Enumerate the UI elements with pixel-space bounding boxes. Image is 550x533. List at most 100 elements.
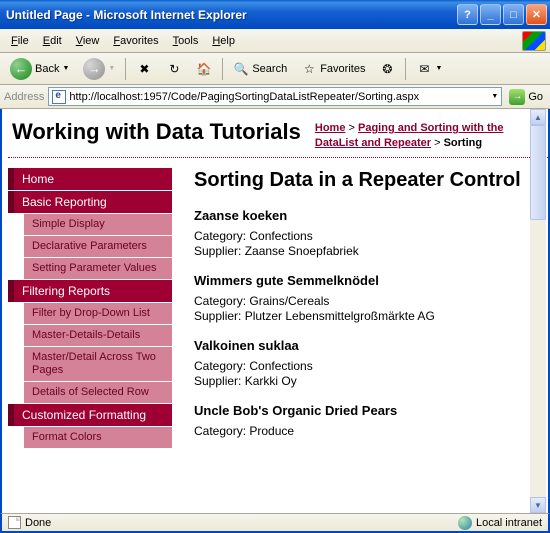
product-category: Category: Confections <box>194 359 538 374</box>
home-icon: 🏠 <box>196 61 212 77</box>
address-url: http://localhost:1957/Code/PagingSorting… <box>69 91 419 103</box>
address-label: Address <box>4 91 44 103</box>
nav-item-declarative-parameters[interactable]: Declarative Parameters <box>24 236 172 257</box>
media-button[interactable]: ❂ <box>373 58 401 80</box>
toolbar-separator <box>125 58 126 80</box>
search-button[interactable]: 🔍 Search <box>227 58 293 80</box>
scroll-thumb[interactable] <box>530 125 546 220</box>
window-titlebar: Untitled Page - Microsoft Internet Explo… <box>0 0 550 29</box>
chevron-down-icon: ▼ <box>435 65 442 72</box>
scroll-track[interactable] <box>530 125 546 497</box>
go-button[interactable]: → Go <box>506 88 546 106</box>
product-item: Uncle Bob's Organic Dried Pears Category… <box>194 403 538 439</box>
stop-icon: ✖ <box>136 61 152 77</box>
product-name: Valkoinen suklaa <box>194 338 538 353</box>
product-supplier: Supplier: Zaanse Snoepfabriek <box>194 244 538 259</box>
mail-icon: ✉ <box>416 61 432 77</box>
back-arrow-icon: ← <box>10 58 32 80</box>
status-bar: Done Local intranet <box>0 513 550 533</box>
windows-flag-icon <box>522 31 546 51</box>
maximize-button[interactable]: □ <box>503 4 524 25</box>
go-label: Go <box>528 91 543 103</box>
window-title: Untitled Page - Microsoft Internet Explo… <box>6 8 457 22</box>
nav-item-setting-parameter-values[interactable]: Setting Parameter Values <box>24 258 172 279</box>
nav-cat-customized-formatting[interactable]: Customized Formatting <box>8 404 172 426</box>
media-icon: ❂ <box>379 61 395 77</box>
forward-button[interactable]: → ▼ <box>77 55 121 83</box>
page-icon <box>52 90 66 104</box>
nav-cat-basic-reporting[interactable]: Basic Reporting <box>8 191 172 213</box>
menu-bar: File Edit View Favorites Tools Help <box>0 29 550 53</box>
scroll-down-button[interactable]: ▼ <box>530 497 546 513</box>
product-name: Uncle Bob's Organic Dried Pears <box>194 403 538 418</box>
page-header: Working with Data Tutorials Home > Pagin… <box>8 115 548 158</box>
star-icon: ☆ <box>301 61 317 77</box>
refresh-icon: ↻ <box>166 61 182 77</box>
forward-arrow-icon: → <box>83 58 105 80</box>
go-arrow-icon: → <box>509 89 525 105</box>
page-title: Working with Data Tutorials <box>12 119 315 145</box>
product-supplier: Supplier: Plutzer Lebensmittelgroßmärkte… <box>194 309 538 324</box>
product-item: Zaanse koeken Category: Confections Supp… <box>194 208 538 259</box>
address-bar: Address http://localhost:1957/Code/Pagin… <box>0 85 550 109</box>
address-input[interactable]: http://localhost:1957/Code/PagingSorting… <box>48 87 502 106</box>
nav-cat-filtering-reports[interactable]: Filtering Reports <box>8 280 172 302</box>
chevron-down-icon: ▼ <box>62 65 69 72</box>
favorites-label: Favorites <box>320 63 365 75</box>
status-text: Done <box>25 517 51 529</box>
menu-edit[interactable]: Edit <box>36 32 69 50</box>
back-label: Back <box>35 63 59 75</box>
close-button[interactable]: ✕ <box>526 4 547 25</box>
menu-favorites[interactable]: Favorites <box>106 32 165 50</box>
product-name: Wimmers gute Semmelknödel <box>194 273 538 288</box>
toolbar-separator <box>222 58 223 80</box>
browser-viewport: Working with Data Tutorials Home > Pagin… <box>0 109 550 513</box>
product-category: Category: Produce <box>194 424 538 439</box>
product-item: Valkoinen suklaa Category: Confections S… <box>194 338 538 389</box>
product-supplier: Supplier: Karkki Oy <box>194 374 538 389</box>
menu-file[interactable]: File <box>4 32 36 50</box>
favorites-button[interactable]: ☆ Favorites <box>295 58 371 80</box>
search-icon: 🔍 <box>233 61 249 77</box>
zone-icon <box>458 516 472 530</box>
nav-item-details-selected-row[interactable]: Details of Selected Row <box>24 382 172 403</box>
nav-item-master-details-details[interactable]: Master-Details-Details <box>24 325 172 346</box>
menu-tools[interactable]: Tools <box>166 32 206 50</box>
nav-item-filter-dropdown[interactable]: Filter by Drop-Down List <box>24 303 172 324</box>
nav-item-simple-display[interactable]: Simple Display <box>24 214 172 235</box>
product-category: Category: Confections <box>194 229 538 244</box>
back-button[interactable]: ← Back ▼ <box>4 55 75 83</box>
toolbar-separator <box>405 58 406 80</box>
scroll-up-button[interactable]: ▲ <box>530 109 546 125</box>
breadcrumb-current: Sorting <box>444 137 483 149</box>
toolbar: ← Back ▼ → ▼ ✖ ↻ 🏠 🔍 Search ☆ Favorites … <box>0 53 550 85</box>
search-label: Search <box>252 63 287 75</box>
document-icon <box>8 516 21 529</box>
breadcrumb-sep: > <box>434 137 440 149</box>
product-name: Zaanse koeken <box>194 208 538 223</box>
main-content: Sorting Data in a Repeater Control Zaans… <box>172 168 548 508</box>
zone-text: Local intranet <box>476 517 542 529</box>
chevron-down-icon: ▼ <box>108 65 115 72</box>
nav-cat-home[interactable]: Home <box>8 168 172 190</box>
breadcrumb-home-link[interactable]: Home <box>315 122 346 134</box>
product-category: Category: Grains/Cereals <box>194 294 538 309</box>
breadcrumb-sep: > <box>349 122 355 134</box>
refresh-button[interactable]: ↻ <box>160 58 188 80</box>
vertical-scrollbar[interactable]: ▲ ▼ <box>530 109 546 513</box>
menu-view[interactable]: View <box>69 32 107 50</box>
nav-item-format-colors[interactable]: Format Colors <box>24 427 172 448</box>
chevron-down-icon[interactable]: ▼ <box>491 93 498 100</box>
menu-help[interactable]: Help <box>205 32 242 50</box>
sidebar-nav: Home Basic Reporting Simple Display Decl… <box>8 168 172 508</box>
nav-item-master-detail-two-pages[interactable]: Master/Detail Across Two Pages <box>24 347 172 381</box>
window-buttons: ? _ □ ✕ <box>457 4 547 25</box>
content-heading: Sorting Data in a Repeater Control <box>194 168 538 192</box>
stop-button[interactable]: ✖ <box>130 58 158 80</box>
mail-button[interactable]: ✉▼ <box>410 58 448 80</box>
home-button[interactable]: 🏠 <box>190 58 218 80</box>
help-button[interactable]: ? <box>457 4 478 25</box>
product-item: Wimmers gute Semmelknödel Category: Grai… <box>194 273 538 324</box>
breadcrumb: Home > Paging and Sorting with the DataL… <box>315 119 538 151</box>
minimize-button[interactable]: _ <box>480 4 501 25</box>
